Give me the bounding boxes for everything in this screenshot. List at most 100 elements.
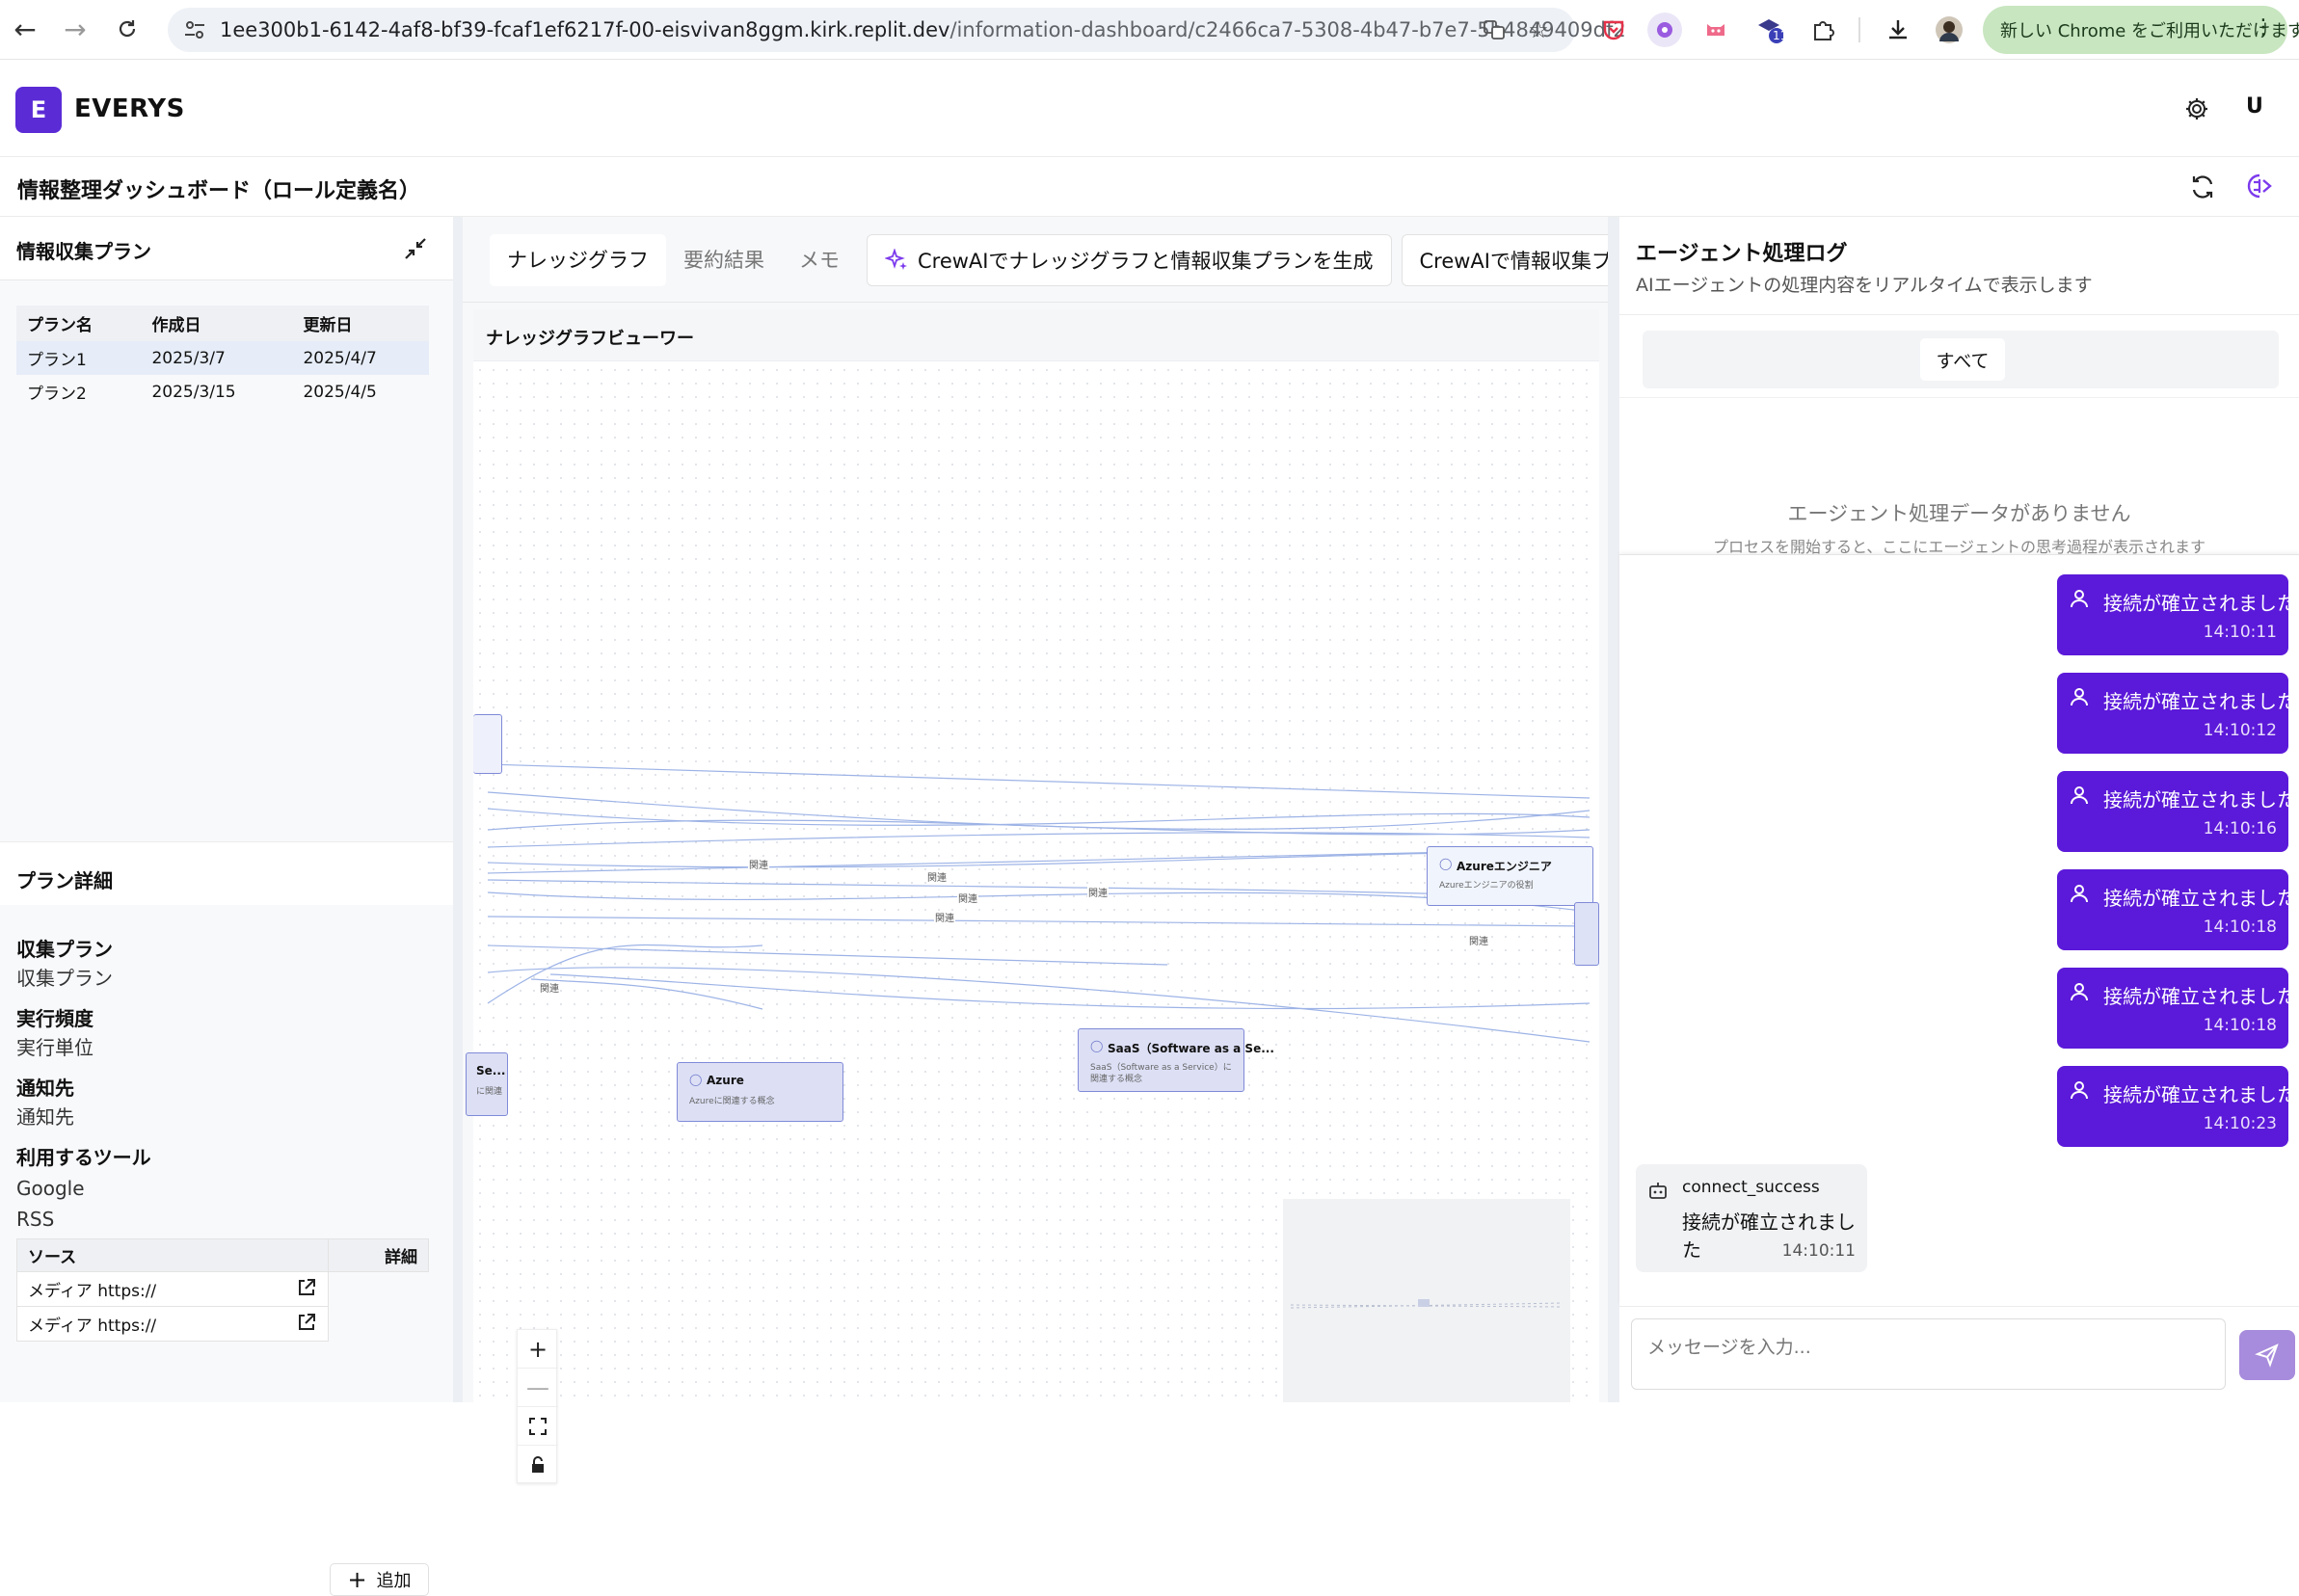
edge-label: 関連 — [958, 892, 977, 905]
forward-icon[interactable]: → — [58, 12, 93, 46]
table-row[interactable]: プラン2 2025/3/15 2025/4/5 — [16, 375, 429, 409]
settings-gear-icon[interactable] — [2182, 94, 2211, 123]
message-text: 接続が確立されました — [2103, 985, 2296, 1008]
collapse-icon[interactable] — [401, 234, 430, 263]
source-text: メディア https:// — [28, 1317, 157, 1336]
field-label: 収集プラン — [16, 938, 113, 961]
tab-knowledge-graph[interactable]: ナレッジグラフ — [490, 234, 666, 286]
field-value: 通知先 — [16, 1105, 74, 1129]
edge-label: 関連 — [749, 859, 768, 871]
fit-view-icon[interactable] — [518, 1407, 558, 1446]
message-time: 14:10:12 — [2203, 721, 2277, 740]
extension-gear-icon[interactable] — [1647, 13, 1682, 47]
tool-item: Google — [16, 1177, 85, 1200]
graph-node-azure[interactable]: ◯ Azure Azureに関連する概念 — [677, 1062, 843, 1122]
extensions-puzzle-icon[interactable] — [1805, 13, 1840, 47]
reload-icon[interactable] — [110, 12, 145, 46]
plans-area: プラン名 作成日 更新日 プラン1 2025/3/7 2025/4/7 プラン2… — [0, 280, 453, 841]
plan-updated: 2025/4/5 — [303, 382, 377, 402]
panel-splitter[interactable] — [1608, 217, 1619, 1402]
chrome-update-pill[interactable]: 新しい Chrome をご利用いただけます ⋮ — [1983, 6, 2299, 54]
refresh-icon[interactable] — [2188, 173, 2217, 201]
graph-node-partial[interactable]: Se... に関連 — [466, 1052, 508, 1116]
url-text: 1ee300b1-6142-4af8-bf39-fcaf1ef6217f-00-… — [220, 18, 1626, 41]
add-source-button[interactable]: + 追加 — [330, 1563, 429, 1596]
plan-detail-title: プラン詳細 — [16, 869, 113, 892]
graph-node[interactable] — [473, 714, 502, 774]
page-title-bar: 情報整理ダッシュボード（ロール定義名） — [0, 157, 2299, 217]
field-value: 実行単位 — [16, 1036, 94, 1059]
message-text: 接続が確立されました — [2103, 592, 2296, 615]
edge-label: 関連 — [540, 982, 559, 995]
app-name: EVERYS — [74, 94, 185, 123]
tools-label: 利用するツール — [16, 1146, 151, 1169]
plans-table: プラン名 作成日 更新日 プラン1 2025/3/7 2025/4/7 プラン2… — [16, 306, 429, 409]
table-header-row: プラン名 作成日 更新日 — [16, 306, 429, 341]
address-bar[interactable]: 1ee300b1-6142-4af8-bf39-fcaf1ef6217f-00-… — [168, 8, 1626, 52]
crewai-generate-graph-button[interactable]: CrewAIでナレッジグラフと情報収集プランを生成 — [867, 234, 1392, 286]
lightbulb-icon: ◯ — [1090, 1039, 1104, 1052]
system-message: connect_success 接続が確立されました 14:10:11 — [1636, 1164, 1867, 1272]
profile-avatar-icon[interactable] — [1932, 13, 1966, 47]
knowledge-graph-viewer[interactable]: ナレッジグラフビューワー 関連 関連 関連 関連 関連 関連 関連 ◯ Azur… — [466, 309, 1599, 1483]
translate-icon[interactable] — [1481, 16, 1508, 43]
user-icon — [2071, 786, 2088, 805]
message-time: 14:10:16 — [2203, 819, 2277, 838]
center-panel: ナレッジグラフ 要約結果 メモ CrewAIでナレッジグラフと情報収集プランを生… — [463, 217, 1731, 1483]
graph-node-azure-engineer[interactable]: ◯ Azureエンジニア Azureエンジニアの役割 — [1427, 846, 1593, 906]
message-text: 接続が確立されました — [2103, 690, 2296, 713]
site-settings-icon[interactable] — [181, 16, 208, 43]
pocket-icon[interactable] — [1596, 13, 1631, 47]
lock-icon[interactable] — [518, 1446, 558, 1484]
add-label: 追加 — [376, 1571, 412, 1591]
plan-updated: 2025/4/7 — [292, 341, 429, 375]
browser-toolbar: ← → 1ee300b1-6142-4af8-bf39-fcaf1ef6217f… — [0, 0, 2299, 60]
agent-log-subtitle: AIエージェントの処理内容をリアルタイムで表示します — [1636, 275, 2093, 296]
column-header: 更新日 — [292, 306, 429, 341]
zoom-out-icon[interactable]: — — [518, 1369, 558, 1407]
center-tabs: ナレッジグラフ 要約結果 メモ CrewAIでナレッジグラフと情報収集プランを生… — [490, 234, 1731, 286]
plan-created: 2025/3/15 — [151, 382, 236, 402]
panel-splitter[interactable] — [453, 217, 463, 1402]
back-icon[interactable]: ← — [8, 12, 42, 46]
user-message: 接続が確立されました 14:10:18 — [2057, 869, 2296, 950]
graph-node[interactable] — [1574, 902, 1599, 966]
user-message: 接続が確立されました 14:10:18 — [2057, 968, 2296, 1049]
column-header: 詳細 — [328, 1238, 429, 1272]
graph-minimap[interactable] — [1283, 1199, 1570, 1402]
message-input[interactable]: メッセージを入力... — [1631, 1318, 2226, 1390]
filter-all-button[interactable]: すべて — [1920, 338, 2005, 381]
external-link-icon[interactable] — [296, 1277, 317, 1298]
message-list[interactable]: 接続が確立されました 14:10:11 接続が確立されました 14:10:12 … — [1619, 554, 2299, 1306]
graph-node-saas[interactable]: ◯ SaaS（Software as a Se... SaaS（Software… — [1078, 1028, 1274, 1092]
table-row: メディア https:// — [15, 1306, 429, 1342]
column-header: プラン名 — [16, 306, 142, 341]
lightbulb-icon: ◯ — [689, 1073, 703, 1086]
tab-memo[interactable]: メモ — [782, 234, 857, 286]
toolbar-divider — [1858, 17, 1860, 42]
zoom-in-icon[interactable]: + — [518, 1330, 558, 1369]
user-avatar[interactable]: U — [2246, 94, 2263, 119]
cat-extension-icon[interactable] — [1698, 13, 1733, 47]
sources-table: ソース 詳細 メディア https:// メディア https:// — [15, 1238, 429, 1342]
message-time: 14:10:18 — [2203, 1016, 2277, 1035]
user-message: 接続が確立されました 14:10:11 — [2057, 574, 2296, 655]
table-row[interactable]: プラン1 2025/3/7 2025/4/7 — [16, 341, 429, 375]
tab-summary[interactable]: 要約結果 — [666, 234, 782, 286]
bookmark-star-icon[interactable]: ☆ — [1525, 16, 1552, 43]
empty-title: エージェント処理データがありません — [1787, 502, 2131, 525]
log-filter-bar: すべて — [1643, 331, 2279, 388]
minimap-canvas — [1290, 1299, 1564, 1309]
agent-log-title: エージェント処理ログ — [1636, 242, 1848, 266]
edge-label: 関連 — [1469, 935, 1488, 947]
kebab-menu-icon[interactable]: ⋮ — [2253, 15, 2274, 40]
learning-extension-icon[interactable]: 11 — [1753, 13, 1788, 47]
bot-icon — [1649, 1183, 1667, 1199]
table-header-row: ソース 詳細 — [15, 1238, 429, 1272]
agent-brain-icon[interactable] — [2244, 171, 2275, 201]
download-icon[interactable] — [1881, 13, 1915, 47]
table-row: メディア https:// — [15, 1271, 429, 1307]
external-link-icon[interactable] — [296, 1312, 317, 1333]
send-button[interactable] — [2239, 1330, 2295, 1380]
plan-detail-body: 収集プラン 収集プラン 実行頻度 実行単位 通知先 通知先 利用するツール Go… — [0, 905, 453, 1596]
